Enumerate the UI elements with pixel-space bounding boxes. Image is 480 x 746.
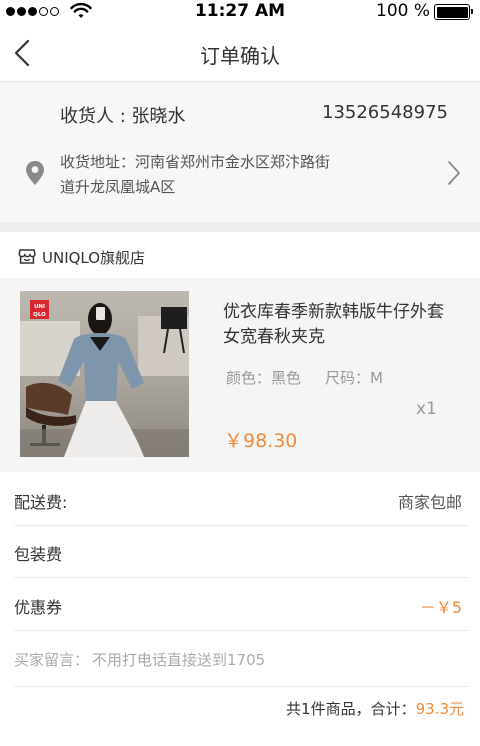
status-bar: 11:27 AM 100 % bbox=[0, 0, 480, 24]
chevron-right-icon bbox=[448, 161, 460, 185]
section-divider bbox=[0, 222, 480, 232]
buyer-message-input[interactable]: 不用打电话直接送到1705 bbox=[92, 649, 265, 670]
svg-text:UNI: UNI bbox=[34, 304, 45, 310]
summary-label: 共1件商品，合计： bbox=[286, 700, 416, 718]
address-line-2: 道升龙凤凰城A区 bbox=[60, 178, 176, 196]
product-color: 颜色：黑色 bbox=[226, 369, 302, 387]
svg-text:QLO: QLO bbox=[33, 312, 46, 318]
recipient-phone: 13526548975 bbox=[322, 102, 448, 123]
store-name: UNIQLO旗舰店 bbox=[42, 249, 146, 267]
location-pin-icon bbox=[26, 161, 44, 185]
coupon-label: 优惠券 bbox=[14, 598, 63, 617]
shipping-fee-row: 配送费: 商家包邮 bbox=[14, 474, 468, 526]
product-title-line-1: 优衣库春季新款韩版牛仔外套 bbox=[223, 302, 444, 322]
store-icon bbox=[18, 249, 36, 264]
recipient-name: 收货人 : 张晓水 bbox=[60, 106, 186, 127]
order-summary: 共1件商品，合计：93.3元 bbox=[286, 698, 464, 719]
shipping-fee-value: 商家包邮 bbox=[397, 493, 462, 512]
battery-icon bbox=[434, 4, 473, 20]
buyer-message-label: 买家留言： bbox=[14, 651, 90, 669]
product-title: 优衣库春季新款韩版牛仔外套 女宽春秋夹克 bbox=[223, 300, 463, 350]
product-attributes: 颜色：黑色 尺码：M bbox=[226, 367, 383, 388]
shipping-address-card[interactable]: 收货人 : 张晓水 13526548975 收货地址：河南省郑州市金水区郑汴路街… bbox=[0, 82, 480, 222]
packing-fee-row: 包装费 bbox=[14, 526, 468, 578]
product-photo: UNI QLO bbox=[20, 291, 189, 457]
product-title-line-2: 女宽春秋夹克 bbox=[223, 327, 325, 347]
coupon-value: －￥5 bbox=[419, 598, 462, 617]
packing-fee-label: 包装费 bbox=[14, 545, 63, 564]
store-header[interactable]: UNIQLO旗舰店 bbox=[0, 232, 480, 278]
product-image[interactable]: UNI QLO bbox=[20, 291, 189, 457]
address-line-1: 收货地址：河南省郑州市金水区郑汴路街 bbox=[60, 153, 331, 171]
nav-bar: 订单确认 bbox=[0, 24, 480, 82]
battery-percent: 100 % bbox=[376, 1, 431, 21]
summary-total: 93.3元 bbox=[415, 700, 464, 718]
coupon-row[interactable]: 优惠券 －￥5 bbox=[14, 579, 468, 631]
product-size: 尺码：M bbox=[325, 369, 383, 387]
product-item[interactable]: UNI QLO 优衣库春季新款韩版牛仔外套 女宽春秋夹克 颜色：黑色 尺码：M … bbox=[0, 278, 480, 472]
buyer-message-row[interactable]: 买家留言： 不用打电话直接送到1705 bbox=[14, 632, 468, 687]
product-price: ￥98.30 bbox=[224, 430, 298, 452]
product-quantity: x1 bbox=[416, 399, 437, 419]
page-title: 订单确认 bbox=[200, 44, 280, 68]
shipping-fee-label: 配送费: bbox=[14, 493, 68, 512]
